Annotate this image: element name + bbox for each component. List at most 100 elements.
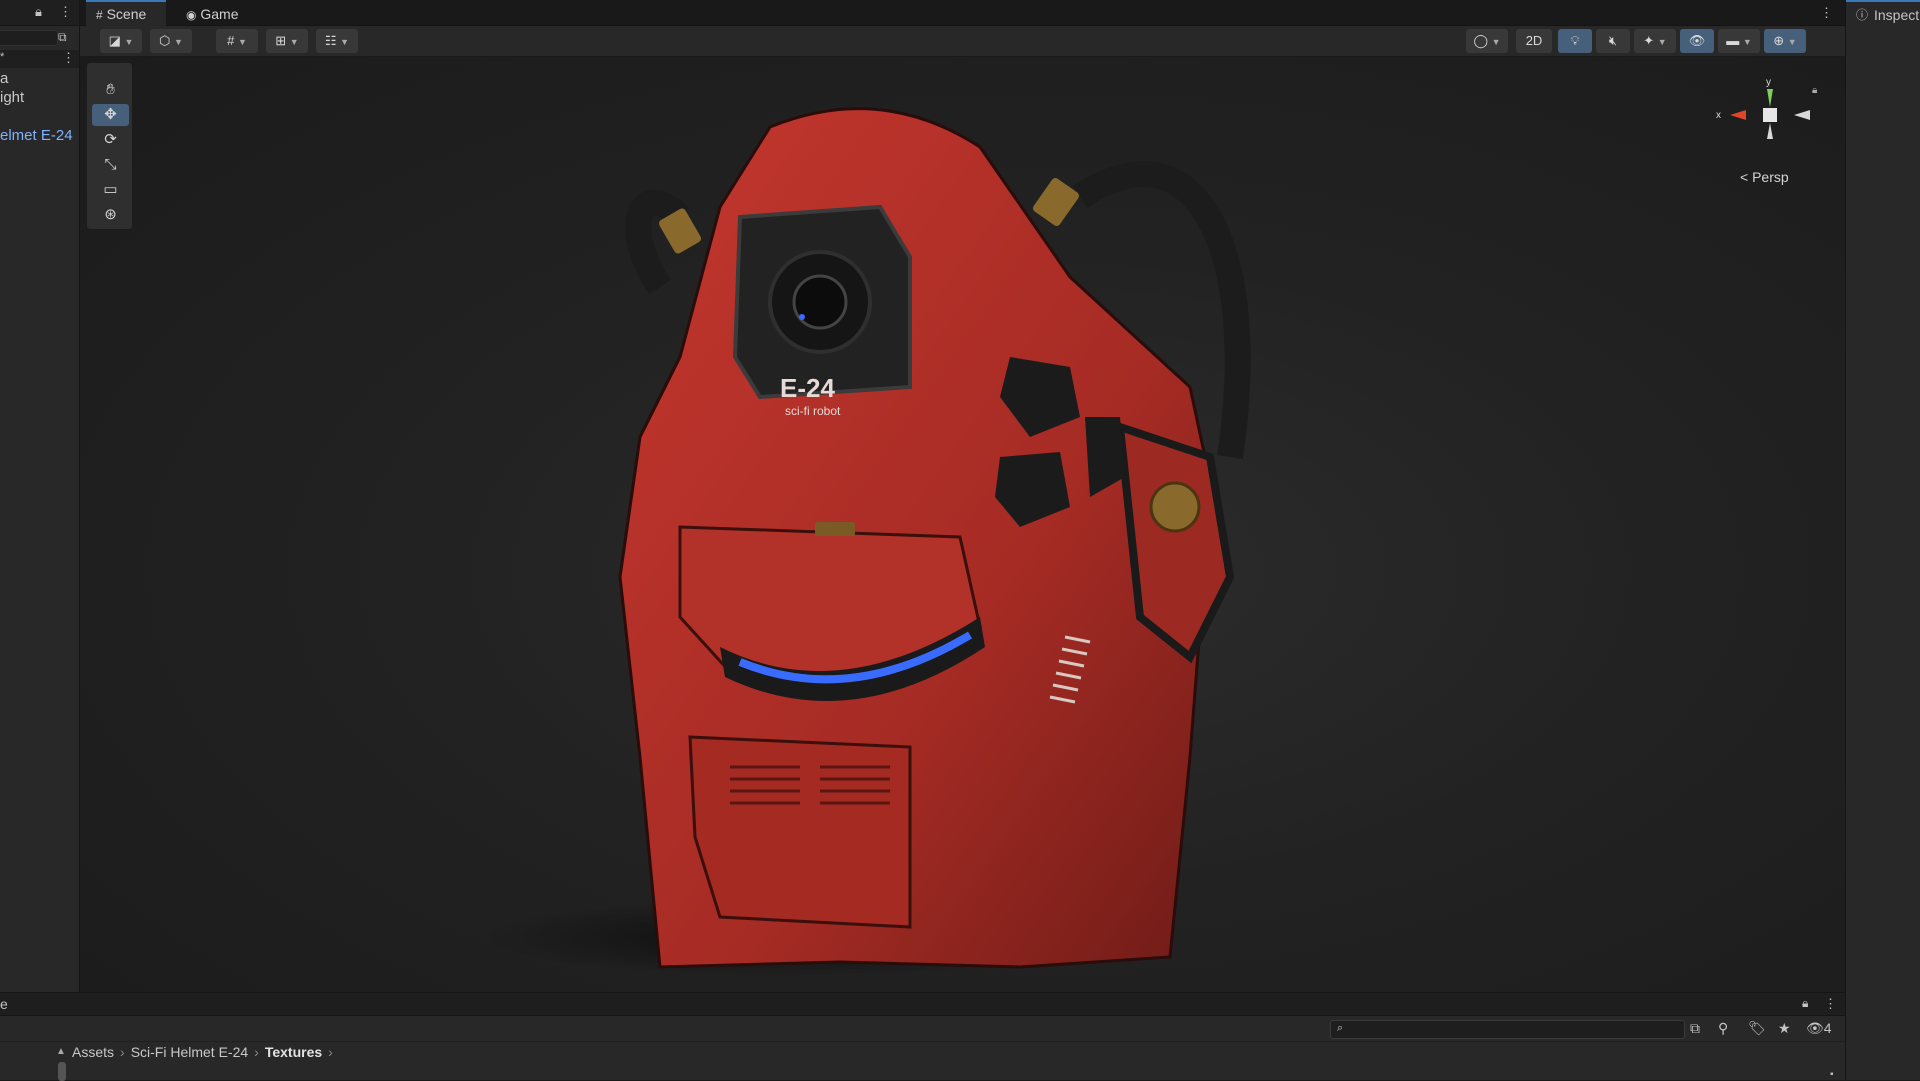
center-cube[interactable] — [1763, 108, 1777, 122]
snap-icon: ⊞ — [275, 33, 287, 48]
resize-handle-icon[interactable]: ▪ — [1830, 1069, 1834, 1080]
chevron-down-icon: ▼ — [1742, 37, 1752, 47]
inspector-tab-label: Inspect — [1874, 7, 1920, 23]
increment-snap-dropdown[interactable]: ⊞ ▼ — [266, 29, 308, 53]
rect-icon: ▭ — [103, 181, 118, 198]
rect-tool[interactable]: ▭ — [92, 179, 129, 201]
label-icon[interactable]: 🏷︎ — [1748, 1020, 1766, 1037]
tab-inspector[interactable]: ⓘ Inspect — [1846, 0, 1920, 26]
gizmos-dropdown[interactable]: ⊕ ▼ — [1764, 29, 1806, 53]
shading-mode-dropdown[interactable]: ◯ ▼ — [1466, 29, 1508, 53]
more-options-icon[interactable]: ⋮ — [1824, 996, 1837, 1012]
scene-toolbar: ◪ ▼ ⬡ ▼ # ▼ ⊞ ▼ ☷ ▼ ◯ ▼ 2D 💡︎ 🔇︎ ✦ ▼ 👁︎ … — [80, 26, 1845, 57]
effects-dropdown[interactable]: ✦ ▼ — [1634, 29, 1676, 53]
hierarchy-item-selected[interactable]: elmet E-24 — [0, 127, 73, 144]
mute-icon: 🔇︎ — [1608, 33, 1618, 48]
rotate-tool[interactable]: ⟳ — [92, 129, 129, 151]
chevron-right-icon: › — [328, 1044, 333, 1060]
grid-snapping-dropdown[interactable]: # ▼ — [216, 29, 258, 53]
transform-icon: ⊛ — [104, 206, 117, 223]
toggle-2d-button[interactable]: 2D — [1516, 29, 1552, 53]
hand-tool[interactable]: ✋︎ — [92, 79, 129, 101]
tab-scene[interactable]: # Scene — [86, 0, 166, 26]
scene-visibility-toggle[interactable]: 👁︎ — [1680, 29, 1714, 53]
draw-mode-dropdown[interactable]: ◪ ▼ — [100, 29, 142, 53]
audio-toggle[interactable]: 🔇︎ — [1596, 29, 1630, 53]
sphere-icon: ◯ — [1473, 33, 1488, 48]
more-options-icon[interactable]: ⋮ — [59, 4, 72, 20]
tab-scene-label: Scene — [106, 6, 147, 22]
hidden-packages-toggle[interactable]: 👁︎4 — [1806, 1020, 1832, 1037]
hierarchy-search-input[interactable] — [0, 30, 58, 46]
hierarchy-header: 🔒︎ ⋮ — [0, 0, 79, 26]
chevron-down-icon: ▼ — [1787, 37, 1797, 47]
chevron-down-icon: ▼ — [174, 37, 183, 47]
scene-more-options-icon[interactable]: ⋮ — [1820, 5, 1833, 21]
scene-star-icon: * — [0, 51, 5, 63]
project-tab-bar: e 🔒︎ ⋮ — [0, 993, 1845, 1016]
chevron-down-icon: ▼ — [289, 37, 299, 47]
lightbulb-icon: 💡︎ — [1570, 33, 1580, 48]
breadcrumb-current[interactable]: Textures — [265, 1044, 322, 1060]
align-icon: ☷ — [324, 33, 337, 48]
persp-toggle[interactable]: < Persp — [1740, 169, 1789, 185]
scroll-up-icon[interactable]: ▲ — [56, 1046, 66, 1057]
camera-lens-inner — [792, 274, 848, 330]
scene-tab-bar: # Scene ◉ Game ⋮ — [80, 0, 1845, 26]
hierarchy-panel: 🔒︎ ⋮ ⧉ * ⋮ a ight elmet E-24 — [0, 0, 80, 992]
hierarchy-item[interactable]: ight — [0, 89, 24, 106]
tab-game[interactable]: ◉ Game — [176, 0, 256, 26]
move-icon: ✥ — [104, 106, 117, 123]
inspector-panel: ⓘ Inspect — [1845, 0, 1920, 1080]
chevron-down-icon: ▼ — [340, 37, 350, 47]
scale-tool[interactable]: ⤡ — [92, 154, 129, 176]
breadcrumb-folder[interactable]: Sci-Fi Helmet E-24 — [131, 1044, 248, 1060]
eye-slash-icon: 👁︎ — [1806, 1020, 1824, 1036]
neg-x-axis-cone[interactable] — [1794, 110, 1810, 120]
tool-palette: ✋︎ ✥ ⟳ ⤡ ▭ ⊛ — [86, 62, 133, 230]
side-bolt — [1149, 481, 1201, 533]
hierarchy-expand-icon[interactable]: ⧉ — [58, 30, 67, 45]
orientation-gizmo[interactable]: y x 🔒︎ < Persp — [1710, 77, 1830, 197]
face-plate-slot — [815, 522, 855, 536]
project-search-input[interactable]: ⌕ — [1330, 1020, 1685, 1039]
transform-tool[interactable]: ⊛ — [92, 204, 129, 226]
scene-viewport[interactable]: E-24 sci-fi robot y x 🔒︎ < Persp — [80, 57, 1845, 992]
tab-project-label[interactable]: e — [0, 996, 8, 1012]
align-dropdown[interactable]: ☷ ▼ — [316, 29, 358, 53]
chevron-left-icon: < — [1740, 169, 1749, 185]
breadcrumb: Assets › Sci-Fi Helmet E-24 › Textures › — [72, 1044, 339, 1060]
scene-options-icon[interactable]: ⋮ — [62, 50, 75, 66]
toggle-2d-label: 2D — [1525, 33, 1543, 48]
grid-snap-icon: # — [227, 33, 235, 48]
chevron-down-icon: ▼ — [1657, 37, 1667, 47]
helmet-sublabel: sci-fi robot — [785, 404, 841, 418]
view-options-dropdown[interactable]: ⬡ ▼ — [150, 29, 192, 53]
filter-icon[interactable]: ⚲ — [1718, 1020, 1728, 1037]
y-axis-cone[interactable] — [1767, 89, 1773, 107]
x-axis-cone[interactable] — [1730, 110, 1746, 120]
hierarchy-item-label: ight — [0, 89, 25, 106]
neg-y-axis-cone[interactable] — [1767, 123, 1773, 139]
favorite-star-icon[interactable]: ★ — [1778, 1020, 1791, 1037]
cube-icon: ⬡ — [159, 33, 171, 48]
breadcrumb-assets[interactable]: Assets — [72, 1044, 114, 1060]
chevron-down-icon: ▼ — [1491, 37, 1501, 47]
move-tool[interactable]: ✥ — [92, 104, 129, 126]
chevron-down-icon: ▼ — [124, 37, 134, 47]
camera-settings-dropdown[interactable]: ▬ ▼ — [1718, 29, 1760, 53]
hierarchy-item-label: a — [0, 70, 9, 87]
hierarchy-item[interactable]: a — [0, 70, 8, 87]
lock-icon[interactable]: 🔒︎ — [1802, 996, 1808, 1011]
project-panel: e 🔒︎ ⋮ ⌕ ⧉ ⚲ 🏷︎ ★ 👁︎4 ▲ Assets › Sci-Fi He… — [0, 992, 1845, 1081]
persp-label: Persp — [1752, 169, 1789, 185]
chevron-right-icon: › — [254, 1044, 259, 1060]
lock-icon[interactable]: 🔒︎ — [35, 4, 42, 20]
camera-lens-glow — [799, 314, 805, 320]
search-by-type-icon[interactable]: ⧉ — [1690, 1020, 1700, 1037]
lock-icon[interactable]: 🔒︎ — [1812, 85, 1817, 96]
hierarchy-scene-row[interactable]: * ⋮ — [0, 50, 79, 68]
scrollbar[interactable] — [58, 1062, 66, 1081]
lighting-toggle[interactable]: 💡︎ — [1558, 29, 1592, 53]
helmet-model[interactable]: E-24 sci-fi robot — [80, 57, 1845, 992]
